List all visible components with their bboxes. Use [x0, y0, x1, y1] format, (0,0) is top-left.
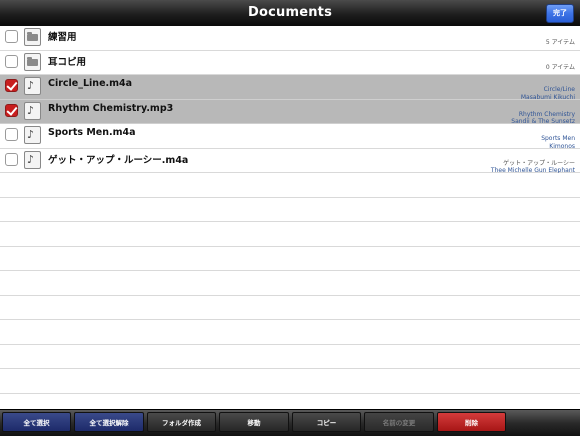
- list-item-rhythm-chemistry[interactable]: ♪ Rhythm Chemistry.mp3 Rhythm Chemistry …: [0, 99, 580, 125]
- navigation-bar: Documents 完了: [0, 0, 580, 27]
- music-note-icon: ♪: [24, 101, 41, 120]
- file-name: ゲット・アップ・ルーシー.m4a: [48, 154, 189, 166]
- list-item-folder-transcribe[interactable]: 耳コピ用 0 アイテム: [0, 51, 580, 75]
- checkbox-checked[interactable]: [5, 103, 18, 117]
- file-name: 耳コピ用: [48, 56, 87, 68]
- empty-row: [0, 222, 580, 247]
- list-item-folder-practice[interactable]: 練習用 5 アイテム: [0, 26, 580, 51]
- file-name: 練習用: [48, 32, 77, 43]
- move-button[interactable]: 移動: [219, 412, 289, 432]
- checkbox[interactable]: [5, 30, 18, 43]
- done-button[interactable]: 完了: [546, 4, 574, 23]
- empty-row: [0, 344, 580, 369]
- empty-row: [0, 369, 580, 394]
- checkbox[interactable]: [5, 54, 18, 68]
- list-item-circle-line[interactable]: ♪ Circle_Line.m4a Circle/Line Masabumi K…: [0, 75, 580, 101]
- select-all-button[interactable]: 全て選択: [2, 412, 71, 432]
- item-count: 5 アイテム: [545, 39, 575, 46]
- folder-icon: [24, 28, 41, 46]
- checkbox-checked[interactable]: [5, 79, 18, 92]
- documents-screen: Documents 完了 練習用 5 アイテム 耳コピ用 0 アイテム ♪ Ci…: [0, 0, 580, 436]
- checkbox[interactable]: [5, 152, 18, 166]
- track-title: Circle/Line: [543, 86, 575, 93]
- track-title: ゲット・アップ・ルーシー: [503, 159, 575, 167]
- rename-button[interactable]: 名前の変更: [364, 412, 434, 432]
- file-name: Rhythm Chemistry.mp3: [48, 102, 174, 114]
- empty-row: [0, 271, 580, 296]
- checkbox[interactable]: [5, 128, 18, 141]
- file-name: Circle_Line.m4a: [48, 78, 133, 89]
- track-title: Rhythm Chemistry: [518, 110, 575, 118]
- music-note-icon: ♪: [24, 126, 41, 144]
- page-title: Documents: [247, 5, 333, 20]
- list-item-sports-men[interactable]: ♪ Sports Men.m4a Sports Men Kimonos: [0, 124, 580, 150]
- file-list: 練習用 5 アイテム 耳コピ用 0 アイテム ♪ Circle_Line.m4a…: [0, 26, 580, 418]
- music-note-icon: ♪: [24, 77, 41, 95]
- bottom-toolbar: 全て選択 全て選択解除 フォルダ作成 移動 コピー 名前の変更 削除: [0, 409, 580, 436]
- track-title: Sports Men: [541, 135, 575, 142]
- list-item-get-up-lucy[interactable]: ♪ ゲット・アップ・ルーシー.m4a ゲット・アップ・ルーシー Thee Mic…: [0, 149, 580, 174]
- empty-row: [0, 320, 580, 345]
- create-folder-button[interactable]: フォルダ作成: [147, 412, 216, 432]
- deselect-all-button[interactable]: 全て選択解除: [74, 412, 144, 432]
- empty-row: [0, 197, 580, 222]
- empty-row: [0, 173, 580, 198]
- music-note-icon: ♪: [24, 150, 41, 169]
- folder-icon: [24, 52, 41, 71]
- file-name: Sports Men.m4a: [48, 127, 136, 138]
- empty-row: [0, 295, 580, 320]
- delete-button[interactable]: 削除: [437, 412, 506, 432]
- empty-row: [0, 246, 580, 271]
- item-count: 0 アイテム: [545, 63, 575, 71]
- copy-button[interactable]: コピー: [292, 412, 361, 432]
